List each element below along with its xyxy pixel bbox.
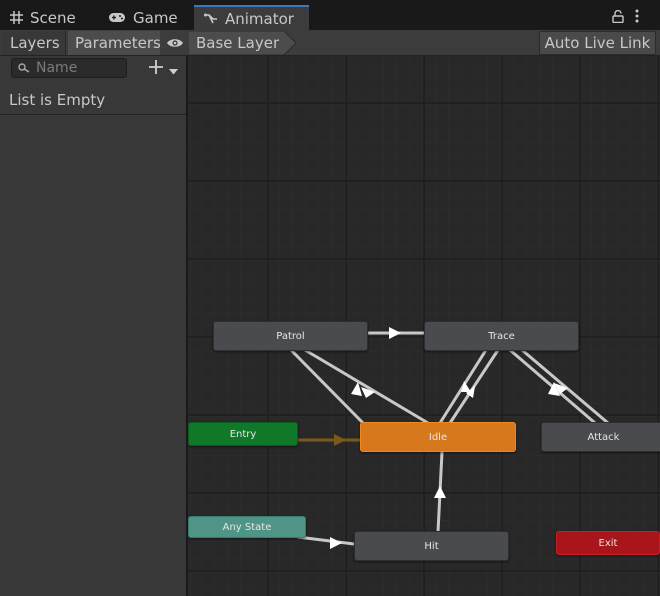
tab-game[interactable]: Game	[98, 5, 192, 30]
state-idle[interactable]: Idle	[360, 422, 516, 452]
state-patrol[interactable]: Patrol	[213, 321, 368, 351]
parameter-search-input[interactable]	[36, 60, 116, 76]
arrow-icon	[330, 537, 342, 549]
gamepad-icon	[108, 12, 126, 23]
dropdown-arrow-icon	[169, 60, 178, 79]
transition-anystate-hit[interactable]	[296, 535, 356, 546]
tab-scene[interactable]: Scene	[0, 5, 96, 30]
tab-game-label: Game	[133, 8, 178, 27]
transition-idle-trace[interactable]	[448, 348, 500, 425]
arrow-icon	[334, 434, 346, 446]
plus-icon	[148, 59, 164, 79]
lock-icon[interactable]	[612, 8, 624, 27]
transition-attack-trace[interactable]	[520, 348, 610, 425]
auto-live-link-button[interactable]: Auto Live Link	[539, 31, 656, 55]
transition-idle-patrol[interactable]	[303, 348, 430, 425]
animator-toolbar: Layers Parameters Base Layer Auto Live L…	[0, 30, 660, 56]
empty-list-message: List is Empty	[0, 85, 186, 115]
animator-graph-canvas[interactable]: Patrol Trace Entry Idle Attack Any State…	[188, 56, 660, 596]
state-entry[interactable]: Entry	[188, 422, 298, 446]
search-icon	[18, 63, 30, 73]
state-trace[interactable]: Trace	[424, 321, 579, 351]
grid-icon	[10, 11, 23, 24]
state-exit[interactable]: Exit	[556, 531, 660, 555]
layers-tab[interactable]: Layers	[2, 31, 66, 55]
add-parameter-button[interactable]	[148, 59, 184, 79]
parameters-tab[interactable]: Parameters	[68, 31, 161, 55]
tab-scene-label: Scene	[30, 8, 76, 27]
tab-animator-label: Animator	[225, 9, 294, 28]
breadcrumb-base-layer: Base Layer	[196, 34, 280, 52]
arrow-icon	[389, 327, 401, 339]
window-tab-bar: Scene Game Animator	[0, 0, 660, 30]
state-any-state[interactable]: Any State	[188, 516, 306, 538]
state-hit[interactable]: Hit	[354, 531, 509, 561]
arrow-icon	[434, 486, 446, 498]
animator-icon	[204, 12, 218, 26]
more-options-icon[interactable]	[634, 8, 640, 27]
breadcrumb[interactable]: Base Layer	[188, 31, 296, 55]
tab-animator[interactable]: Animator	[194, 5, 309, 30]
parameters-panel: List is Empty	[0, 56, 188, 596]
eye-icon[interactable]	[162, 31, 187, 55]
parameter-search-field[interactable]	[11, 58, 127, 78]
state-attack[interactable]: Attack	[541, 422, 660, 452]
